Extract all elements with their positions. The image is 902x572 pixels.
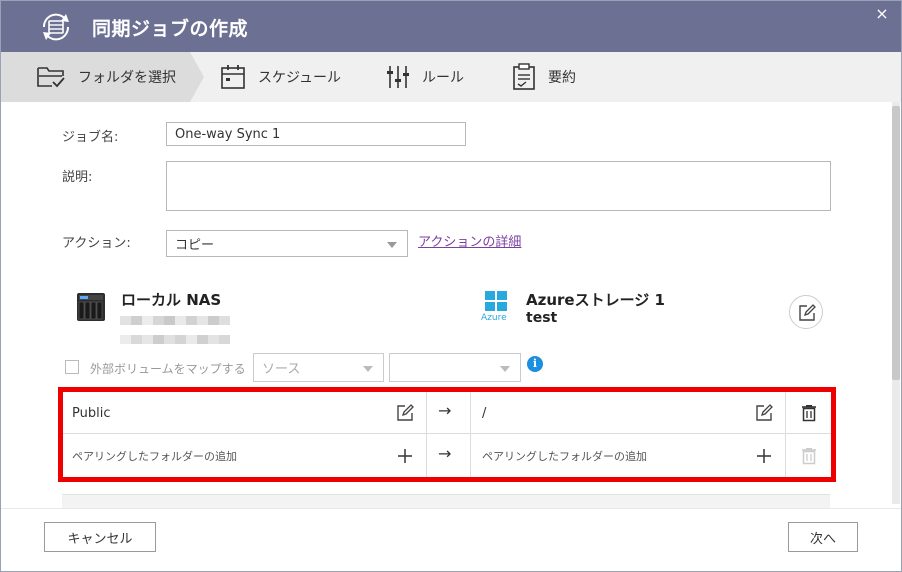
- volume-target-select[interactable]: [389, 353, 521, 382]
- source-name: ローカル NAS: [121, 291, 222, 309]
- step-summary[interactable]: 要約: [512, 52, 576, 102]
- nas-device-icon: [77, 293, 105, 321]
- add-local-folder-hint: ペアリングしたフォルダーの追加: [72, 450, 237, 463]
- step-label: スケジュール: [258, 70, 342, 86]
- cancel-button[interactable]: キャンセル: [44, 522, 156, 552]
- title-bar: 同期ジョブの作成 ×: [0, 0, 902, 52]
- chevron-down-icon: [363, 365, 373, 372]
- edit-icon[interactable]: [396, 404, 414, 422]
- step-rules[interactable]: ルール: [386, 52, 464, 102]
- chevron-down-icon: [500, 365, 510, 372]
- plus-icon[interactable]: [396, 447, 414, 465]
- step-label: 要約: [548, 70, 576, 86]
- content-overflow-strip: [62, 494, 830, 508]
- window-title: 同期ジョブの作成: [92, 18, 249, 40]
- scrollbar-thumb[interactable]: [892, 106, 900, 380]
- action-label: アクション:: [62, 236, 131, 251]
- folder-pairs-table: Public → / ペアリングしたフォルダーの追加 → ペアリングしたフォルダ…: [58, 387, 836, 482]
- table-row: ペアリングしたフォルダーの追加 → ペアリングしたフォルダーの追加: [63, 435, 831, 477]
- next-button[interactable]: 次へ: [788, 522, 858, 552]
- add-remote-folder-hint: ペアリングしたフォルダーの追加: [482, 450, 647, 463]
- remote-folder-path: /: [482, 405, 487, 421]
- step-schedule[interactable]: スケジュール: [220, 52, 341, 102]
- arrow-right-icon: →: [438, 444, 452, 463]
- close-icon[interactable]: ×: [874, 6, 890, 22]
- trash-icon: [802, 448, 816, 465]
- step-label: ルール: [422, 70, 464, 86]
- sync-job-icon: [42, 13, 70, 41]
- azure-logo-icon: [485, 291, 507, 311]
- table-row: Public → /: [63, 392, 831, 434]
- edit-destination-button[interactable]: [789, 295, 823, 329]
- local-folder-path: Public: [72, 405, 111, 421]
- map-external-volume-checkbox[interactable]: [65, 360, 79, 374]
- action-details-link[interactable]: アクションの詳細: [418, 231, 521, 250]
- edit-icon: [799, 304, 816, 321]
- wizard-steps: フォルダを選択 スケジュール ルール 要約: [0, 52, 902, 102]
- arrow-right-icon: →: [438, 401, 452, 420]
- calendar-icon: [221, 65, 245, 89]
- info-icon[interactable]: i: [527, 356, 543, 372]
- action-selected-value: コピー: [175, 238, 215, 253]
- destination-name: Azureストレージ 1: [526, 291, 665, 309]
- step-select-folder[interactable]: フォルダを選択: [36, 52, 176, 102]
- map-external-volume-label: 外部ボリュームをマップする: [90, 362, 246, 376]
- source-address-redacted: [120, 310, 230, 344]
- destination-account: test: [526, 310, 558, 326]
- azure-logo-text: Azure: [481, 313, 507, 323]
- edit-icon[interactable]: [755, 404, 773, 422]
- description-label: 説明:: [62, 170, 93, 185]
- clipboard-icon: [513, 63, 535, 90]
- job-name-label: ジョブ名:: [62, 130, 119, 145]
- trash-icon[interactable]: [800, 404, 818, 422]
- folder-check-icon: [37, 67, 65, 88]
- description-textarea[interactable]: [166, 161, 831, 211]
- step-label: フォルダを選択: [78, 70, 176, 86]
- job-name-input[interactable]: One-way Sync 1: [166, 122, 466, 146]
- footer-divider: [0, 508, 902, 509]
- volume-source-placeholder: ソース: [262, 362, 301, 377]
- vertical-scrollbar[interactable]: [892, 102, 900, 504]
- chevron-down-icon: [387, 241, 397, 248]
- volume-source-select[interactable]: ソース: [253, 353, 384, 382]
- active-step-arrow: [190, 52, 204, 102]
- action-select[interactable]: コピー: [166, 230, 408, 257]
- sliders-icon: [387, 66, 409, 88]
- plus-icon[interactable]: [755, 447, 773, 465]
